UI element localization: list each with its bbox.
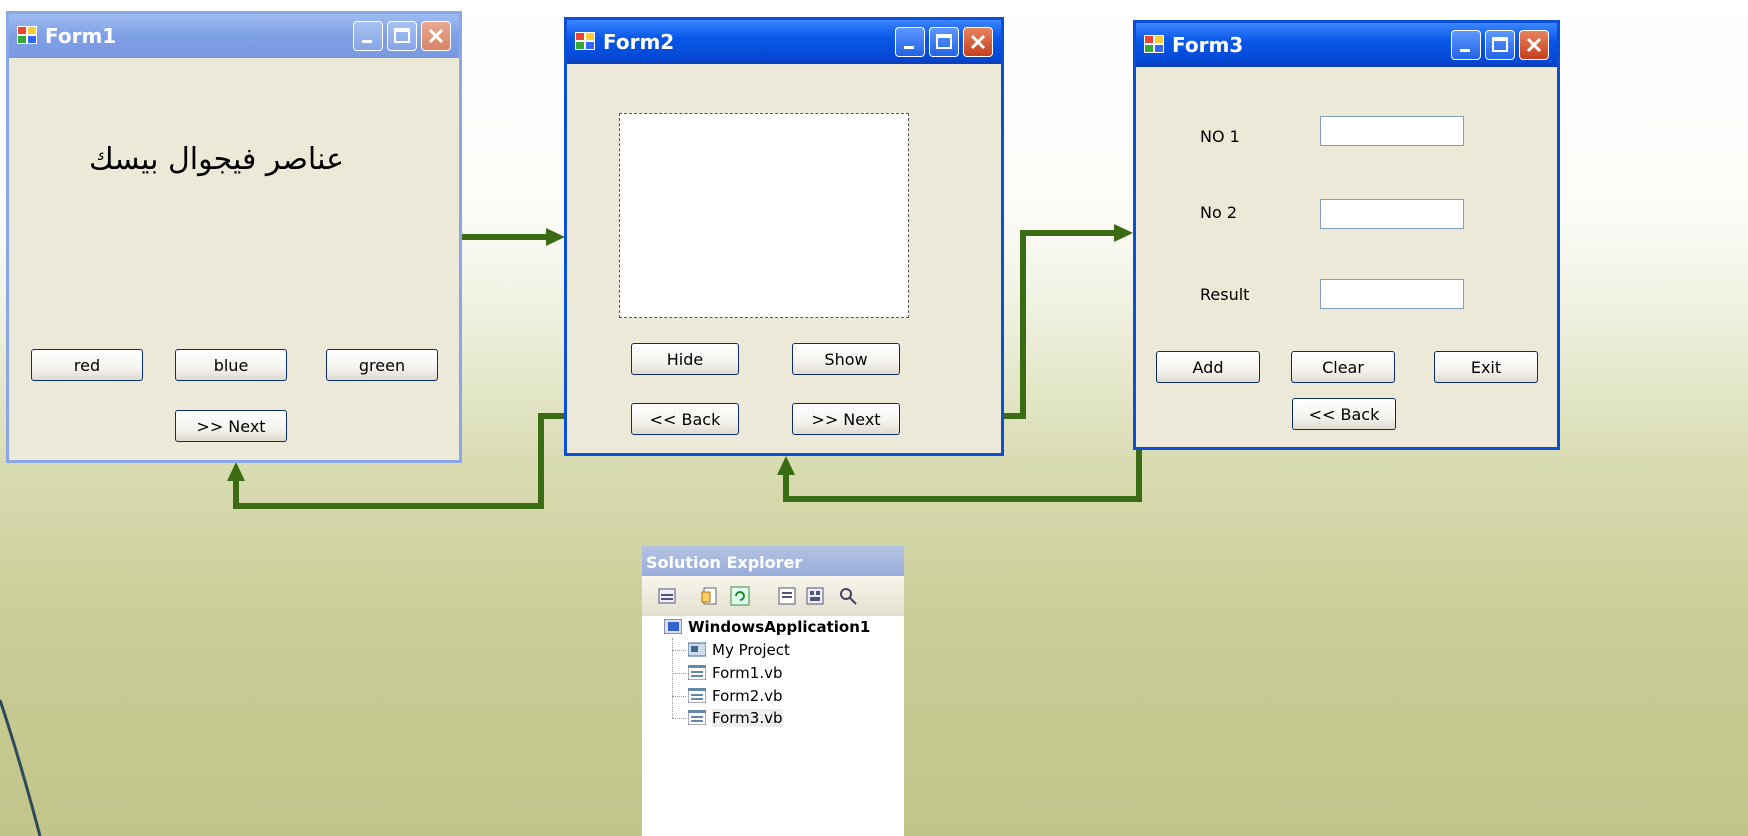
maximize-button[interactable] — [1485, 30, 1515, 60]
form1-title: Form1 — [45, 24, 117, 48]
maximize-icon — [394, 28, 410, 43]
no2-label: No 2 — [1200, 203, 1238, 222]
properties-icon[interactable] — [657, 586, 677, 606]
tree-item-label: My Project — [712, 641, 790, 659]
no1-input[interactable] — [1320, 116, 1464, 146]
solution-explorer-titlebar: Solution Explorer — [642, 546, 904, 576]
form2-window: Form2 Hide Show << Back >> Next — [564, 17, 1004, 456]
maximize-button[interactable] — [929, 27, 959, 57]
exit-button[interactable]: Exit — [1434, 351, 1538, 383]
view-designer-icon[interactable] — [805, 586, 825, 606]
result-input[interactable] — [1320, 279, 1464, 309]
picture-box — [619, 113, 909, 318]
arrowhead-form2 — [546, 228, 565, 246]
form3-back-button[interactable]: << Back — [1292, 398, 1396, 430]
green-button[interactable]: green — [326, 349, 438, 381]
maximize-button[interactable] — [387, 21, 417, 51]
my-project-icon — [688, 642, 706, 657]
form2-next-button[interactable]: >> Next — [792, 403, 900, 435]
form-app-icon — [575, 32, 595, 50]
class-diagram-icon[interactable] — [838, 586, 858, 606]
close-button[interactable] — [1519, 30, 1549, 60]
form-app-icon — [1144, 35, 1164, 53]
no1-label: NO 1 — [1200, 127, 1240, 146]
form2-titlebar[interactable]: Form2 — [567, 20, 1001, 64]
close-icon — [970, 34, 986, 50]
form-file-icon — [688, 710, 706, 725]
view-code-icon[interactable] — [777, 586, 797, 606]
red-button[interactable]: red — [31, 349, 143, 381]
form3-window: Form3 NO 1 No 2 Result Add Clear Exit <<… — [1133, 20, 1560, 450]
show-button[interactable]: Show — [792, 343, 900, 375]
form1-next-button[interactable]: >> Next — [175, 410, 287, 442]
form1-heading-label: عناصر فيجوال بيسك — [89, 142, 345, 177]
blue-button[interactable]: blue — [175, 349, 287, 381]
arrowhead-form3 — [1114, 224, 1133, 242]
minimize-button[interactable] — [1451, 30, 1481, 60]
form-app-icon — [17, 26, 37, 44]
refresh-icon[interactable] — [730, 586, 750, 606]
close-icon — [428, 28, 444, 44]
no2-input[interactable] — [1320, 199, 1464, 229]
maximize-icon — [936, 34, 952, 49]
show-all-files-icon[interactable] — [700, 586, 720, 606]
maximize-icon — [1492, 37, 1508, 52]
hide-button[interactable]: Hide — [631, 343, 739, 375]
form3-title: Form3 — [1172, 33, 1244, 57]
tree-item-label: Form1.vb — [712, 664, 783, 682]
decorative-arc — [0, 699, 42, 836]
add-button[interactable]: Add — [1156, 351, 1260, 383]
minimize-icon — [904, 46, 914, 49]
close-icon — [1526, 37, 1542, 53]
form1-titlebar[interactable]: Form1 — [9, 14, 459, 58]
close-button[interactable] — [963, 27, 993, 57]
tree-root-label: WindowsApplication1 — [688, 618, 871, 636]
solution-explorer-title: Solution Explorer — [646, 553, 803, 572]
arrowhead-form1 — [227, 462, 245, 481]
tree-item-label: Form3.vb — [712, 709, 783, 727]
form-file-icon — [688, 688, 706, 703]
minimize-button[interactable] — [895, 27, 925, 57]
form1-window: Form1 عناصر فيجوال بيسك red blue green >… — [6, 11, 462, 463]
clear-button[interactable]: Clear — [1291, 351, 1395, 383]
form-file-icon — [688, 665, 706, 680]
result-label: Result — [1200, 285, 1250, 304]
tree-item-label: Form2.vb — [712, 687, 783, 705]
vb-project-icon — [664, 619, 682, 634]
solution-explorer-panel: Solution Explorer WindowsApplication1 My… — [642, 546, 904, 836]
arrowhead-form2-bottom — [777, 456, 795, 475]
minimize-icon — [362, 40, 372, 43]
form2-title: Form2 — [603, 30, 675, 54]
close-button[interactable] — [421, 21, 451, 51]
minimize-icon — [1460, 49, 1470, 52]
solution-explorer-toolbar — [642, 576, 904, 616]
form3-titlebar[interactable]: Form3 — [1136, 23, 1557, 67]
form2-back-button[interactable]: << Back — [631, 403, 739, 435]
minimize-button[interactable] — [353, 21, 383, 51]
